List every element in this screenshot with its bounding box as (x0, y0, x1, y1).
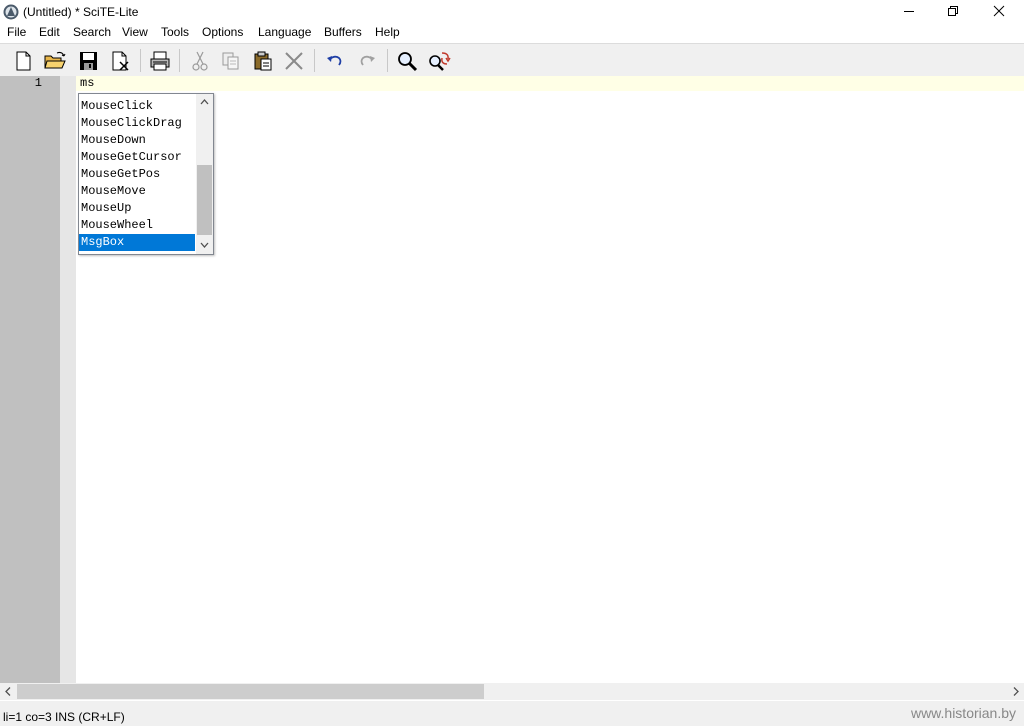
line-number: 1 (34, 76, 42, 90)
chevron-up-icon (200, 99, 209, 114)
cut-icon (186, 50, 214, 72)
new-file-button[interactable] (9, 48, 37, 74)
watermark: www.historian.by (910, 705, 1016, 721)
toolbar-separator (314, 49, 315, 72)
autocomplete-item[interactable]: MouseWheel (79, 217, 195, 234)
fold-margin[interactable] (60, 76, 76, 683)
menu-search[interactable]: Search (73, 25, 111, 40)
minimize-button[interactable] (886, 0, 932, 22)
restore-button[interactable] (930, 0, 976, 22)
toolbar-separator (179, 49, 180, 72)
autocomplete-item[interactable]: MouseClickDrag (79, 115, 195, 132)
paste-button[interactable] (249, 48, 277, 74)
chevron-down-icon (200, 242, 209, 254)
line-number-margin[interactable]: 1 (0, 76, 60, 683)
autocomplete-item-selected[interactable]: MsgBox (79, 234, 195, 251)
horizontal-scrollbar[interactable] (0, 683, 1024, 700)
toolbar-separator (140, 49, 141, 72)
autocomplete-item[interactable]: MouseMove (79, 183, 195, 200)
undo-icon (321, 50, 349, 72)
print-icon (146, 50, 174, 72)
undo-button[interactable] (321, 48, 349, 74)
scroll-up-button[interactable] (196, 94, 213, 111)
autocomplete-item[interactable]: MouseClick (79, 98, 195, 115)
window-title: (Untitled) * SciTE-Lite (23, 5, 139, 19)
toolbar (0, 43, 1024, 77)
redo-icon (353, 50, 381, 72)
close-file-button[interactable] (106, 48, 134, 74)
horizontal-scroll-thumb[interactable] (17, 684, 484, 699)
redo-button[interactable] (353, 48, 381, 74)
close-file-icon (106, 50, 134, 72)
autocomplete-item[interactable]: MouseUp (79, 200, 195, 217)
scroll-down-button[interactable] (196, 237, 213, 254)
replace-icon (425, 50, 453, 72)
menu-view[interactable]: View (122, 25, 148, 40)
delete-button[interactable] (280, 48, 308, 74)
menu-file[interactable]: File (7, 25, 26, 40)
menu-bar: File Edit Search View Tools Options Lang… (0, 22, 1024, 42)
menu-tools[interactable]: Tools (161, 25, 189, 40)
find-icon (393, 50, 421, 72)
title-bar: (Untitled) * SciTE-Lite (0, 0, 1024, 22)
menu-edit[interactable]: Edit (39, 25, 60, 40)
status-bar: li=1 co=3 INS (CR+LF) www.historian.by (0, 701, 1024, 726)
editor-line-text[interactable]: ms (80, 76, 94, 91)
caret-line-highlight (76, 76, 1024, 91)
new-file-icon (9, 50, 37, 72)
menu-buffers[interactable]: Buffers (324, 25, 362, 40)
cut-button[interactable] (186, 48, 214, 74)
replace-button[interactable] (425, 48, 453, 74)
open-file-button[interactable] (41, 48, 69, 74)
copy-button[interactable] (217, 48, 245, 74)
close-button[interactable] (976, 0, 1022, 22)
autocomplete-item[interactable]: MouseGetCursor (79, 149, 195, 166)
autocomplete-list[interactable]: MouseClick MouseClickDrag MouseDown Mous… (78, 93, 214, 255)
find-button[interactable] (393, 48, 421, 74)
scroll-right-button[interactable] (1007, 683, 1024, 700)
autocomplete-item[interactable]: MouseGetPos (79, 166, 195, 183)
delete-icon (280, 50, 308, 72)
menu-language[interactable]: Language (258, 25, 311, 40)
save-button[interactable] (74, 48, 102, 74)
open-folder-icon (41, 50, 69, 72)
autocomplete-item[interactable]: MouseDown (79, 132, 195, 149)
scroll-thumb[interactable] (197, 165, 212, 235)
save-icon (74, 50, 102, 72)
paste-icon (249, 50, 277, 72)
menu-options[interactable]: Options (202, 25, 243, 40)
copy-icon (217, 50, 245, 72)
scroll-left-button[interactable] (0, 683, 17, 700)
scite-app-icon[interactable] (3, 4, 19, 20)
toolbar-separator (387, 49, 388, 72)
print-button[interactable] (146, 48, 174, 74)
autocomplete-items: MouseClick MouseClickDrag MouseDown Mous… (79, 98, 195, 251)
autocomplete-scrollbar[interactable] (196, 94, 213, 254)
status-text: li=1 co=3 INS (CR+LF) (3, 710, 125, 724)
menu-help[interactable]: Help (375, 25, 400, 40)
